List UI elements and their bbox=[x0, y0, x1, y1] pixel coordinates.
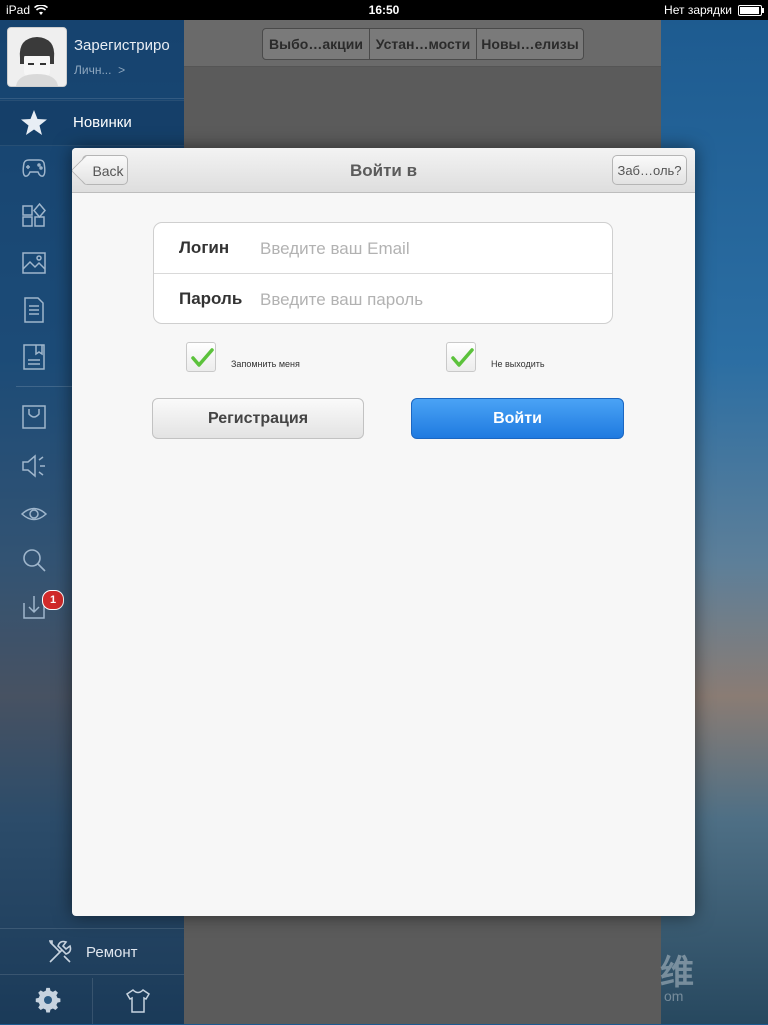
image-icon[interactable] bbox=[20, 249, 48, 277]
sidebar-item-label: Новинки bbox=[73, 114, 132, 131]
status-time: 16:50 bbox=[368, 3, 400, 17]
login-button[interactable]: Войти bbox=[411, 398, 624, 439]
star-icon bbox=[20, 109, 48, 137]
document-icon[interactable] bbox=[20, 296, 48, 324]
segment-new-releases[interactable]: Новы…елизы bbox=[477, 29, 583, 59]
content-toolbar: Выбо…акции Устан…мости Новы…елизы bbox=[184, 20, 661, 67]
checkmark-icon bbox=[191, 348, 214, 367]
remember-me-label: Запомнить меня bbox=[231, 359, 300, 369]
remember-me-checkbox[interactable] bbox=[186, 342, 216, 372]
stay-logged-in-checkbox[interactable] bbox=[446, 342, 476, 372]
profile-link-label: Личн... bbox=[74, 63, 112, 77]
segment-selected-actions[interactable]: Выбо…акции bbox=[263, 29, 370, 59]
apps-icon[interactable] bbox=[20, 202, 48, 230]
modal-navbar: Back Войти в Заб…оль? bbox=[72, 148, 695, 193]
password-row: Пароль bbox=[154, 274, 612, 324]
login-modal: Back Войти в Заб…оль? Логин Пароль Запом… bbox=[72, 148, 695, 916]
status-bar: iPad 16:50 Нет зарядки bbox=[0, 0, 768, 20]
modal-title: Войти в bbox=[349, 161, 418, 180]
password-label: Пароль bbox=[179, 289, 243, 308]
battery-icon bbox=[738, 5, 764, 16]
profile-link[interactable]: Личн... > bbox=[74, 63, 125, 77]
chevron-right-icon: > bbox=[118, 63, 126, 77]
gamepad-icon[interactable] bbox=[20, 154, 48, 182]
avatar[interactable] bbox=[7, 27, 67, 87]
watermark-text: om bbox=[664, 988, 684, 1004]
login-form: Логин Пароль bbox=[153, 222, 613, 324]
book-icon[interactable] bbox=[20, 343, 48, 371]
search-icon[interactable] bbox=[20, 546, 48, 574]
login-row: Логин bbox=[154, 223, 612, 274]
speaker-icon[interactable] bbox=[20, 452, 48, 480]
footer-divider bbox=[92, 978, 93, 1024]
checkmark-icon bbox=[451, 348, 474, 367]
password-field[interactable] bbox=[258, 287, 602, 313]
tshirt-icon[interactable] bbox=[124, 987, 152, 1015]
downloads-badge: 1 bbox=[42, 590, 64, 610]
register-button[interactable]: Регистрация bbox=[152, 398, 364, 439]
segmented-control: Выбо…акции Устан…мости Новы…елизы bbox=[262, 28, 584, 60]
stay-logged-in-label: Не выходить bbox=[491, 359, 545, 369]
profile-header[interactable]: Зарегистриро Личн... > bbox=[0, 20, 184, 99]
forgot-password-button[interactable]: Заб…оль? bbox=[612, 155, 687, 185]
charging-status: Нет зарядки bbox=[664, 3, 732, 17]
repair-button[interactable]: Ремонт bbox=[0, 928, 184, 975]
profile-name: Зарегистриро bbox=[74, 37, 170, 54]
tools-icon bbox=[46, 938, 74, 966]
watermark-logo: 维 bbox=[660, 954, 694, 992]
sidebar-item-novinki[interactable]: Новинки bbox=[0, 100, 184, 146]
email-field[interactable] bbox=[258, 236, 602, 262]
eye-icon[interactable] bbox=[20, 500, 48, 528]
shopping-bag-icon[interactable] bbox=[20, 403, 48, 431]
login-label: Логин bbox=[179, 238, 230, 257]
gear-icon[interactable] bbox=[34, 987, 62, 1015]
repair-label: Ремонт bbox=[86, 944, 138, 961]
segment-installed[interactable]: Устан…мости bbox=[370, 29, 477, 59]
